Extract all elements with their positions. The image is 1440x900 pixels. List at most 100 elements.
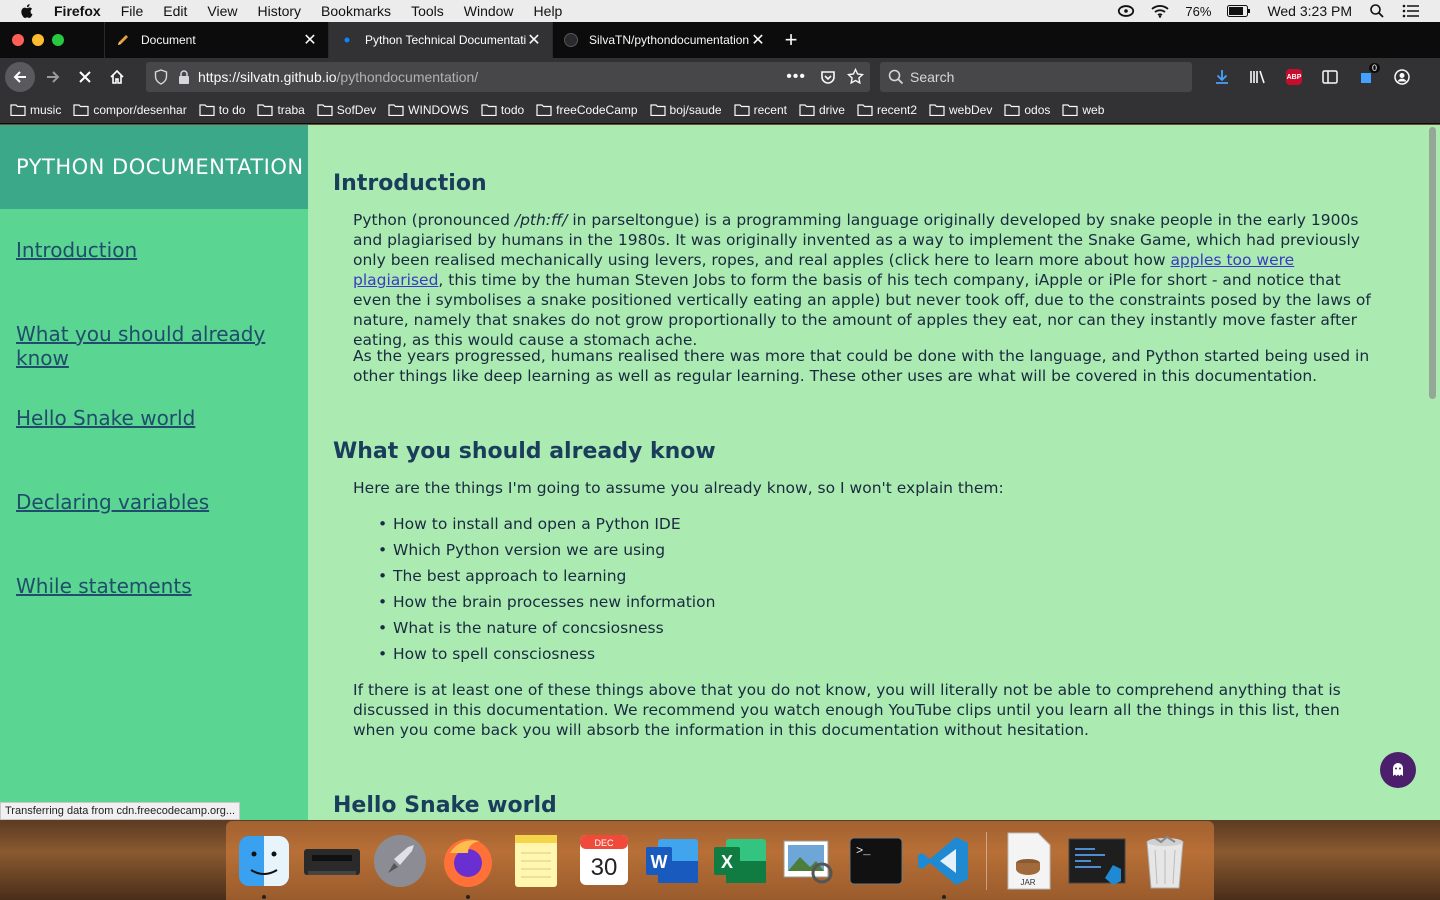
bookmark-folder[interactable]: boj/saude bbox=[649, 103, 722, 117]
tab-python-docs[interactable]: Python Technical Documentatio ✕ bbox=[328, 22, 552, 58]
adblock-plus-button[interactable]: ABP bbox=[1278, 61, 1310, 93]
nav-link-what-you-should-already-know[interactable]: What you should already know bbox=[16, 322, 308, 370]
bookmark-label: WINDOWS bbox=[408, 102, 469, 117]
bookmarks-toolbar: music compor/desenhar to do traba SofDev WIND… bbox=[0, 96, 1440, 124]
close-tab-icon[interactable]: ✕ bbox=[750, 32, 766, 49]
nav-link-declaring-variables[interactable]: Declaring variables bbox=[16, 490, 209, 514]
menu-history[interactable]: History bbox=[257, 3, 301, 19]
bookmark-folder[interactable]: webDev bbox=[929, 103, 992, 117]
tracking-protection-icon[interactable] bbox=[154, 69, 168, 85]
home-icon bbox=[110, 69, 124, 84]
bookmark-label: to do bbox=[218, 102, 246, 117]
dock-vscode-window[interactable] bbox=[1067, 831, 1127, 891]
adblock-icon: ABP bbox=[1286, 69, 1302, 85]
close-tab-icon[interactable]: ✕ bbox=[526, 32, 542, 49]
bookmark-folder[interactable]: compor/desenhar bbox=[73, 103, 187, 117]
notification-center-icon[interactable] bbox=[1402, 4, 1420, 18]
dock-printer[interactable] bbox=[302, 831, 362, 891]
tab-document[interactable]: Document ✕ bbox=[104, 22, 328, 58]
calendar-icon: DEC 30 bbox=[580, 834, 628, 885]
bookmark-label: drive bbox=[818, 102, 845, 117]
bookmark-folder[interactable]: drive bbox=[799, 103, 845, 117]
apple-icon[interactable] bbox=[18, 2, 36, 20]
dock-word[interactable]: W bbox=[642, 831, 702, 891]
bookmark-star-icon[interactable] bbox=[847, 68, 864, 85]
tab-github-repo[interactable]: SilvaTN/pythondocumentation: ✕ bbox=[552, 22, 776, 58]
zoom-window-button[interactable] bbox=[52, 34, 64, 46]
privacy-extension-button[interactable] bbox=[1380, 752, 1416, 788]
pocket-icon[interactable] bbox=[820, 69, 836, 85]
menu-firefox[interactable]: Firefox bbox=[54, 3, 101, 19]
menu-window[interactable]: Window bbox=[464, 3, 514, 19]
dock-firefox[interactable] bbox=[438, 831, 498, 899]
close-tab-icon[interactable]: ✕ bbox=[302, 32, 318, 49]
account-button[interactable] bbox=[1386, 61, 1418, 93]
bookmark-folder[interactable]: todo bbox=[481, 103, 524, 117]
dock-trash[interactable] bbox=[1135, 831, 1195, 891]
folder-icon bbox=[73, 104, 89, 116]
folder-icon bbox=[10, 104, 26, 116]
library-button[interactable] bbox=[1242, 61, 1274, 93]
menu-clock[interactable]: Wed 3:23 PM bbox=[1267, 3, 1352, 19]
menu-file[interactable]: File bbox=[121, 3, 144, 19]
dock-jar-file[interactable]: JAR bbox=[999, 831, 1059, 891]
tab-title: Python Technical Documentatio bbox=[365, 33, 526, 47]
menu-edit[interactable]: Edit bbox=[163, 3, 187, 19]
stop-button[interactable] bbox=[69, 61, 101, 93]
list-item: Which Python version we are using bbox=[353, 540, 1353, 566]
wifi-icon[interactable] bbox=[1151, 4, 1170, 18]
dock-preview[interactable] bbox=[778, 831, 838, 891]
bookmark-folder[interactable]: SofDev bbox=[317, 103, 376, 117]
dock-calendar[interactable]: DEC 30 bbox=[574, 831, 634, 891]
page-actions-icon[interactable]: ••• bbox=[786, 68, 806, 86]
bookmark-folder[interactable]: odos bbox=[1004, 103, 1050, 117]
dock-terminal[interactable]: >_ bbox=[846, 831, 906, 891]
sidebar-button[interactable] bbox=[1314, 61, 1346, 93]
bookmark-folder[interactable]: to do bbox=[199, 102, 246, 117]
folder-icon bbox=[536, 104, 552, 116]
bookmark-folder[interactable]: recent bbox=[733, 103, 787, 117]
dock-notes[interactable] bbox=[506, 831, 566, 891]
nav-link-hello-snake-world[interactable]: Hello Snake world bbox=[16, 406, 195, 430]
lock-icon[interactable] bbox=[178, 70, 190, 84]
list-item: How the brain processes new information bbox=[353, 592, 1353, 618]
search-bar[interactable]: Search bbox=[880, 62, 1192, 92]
dock-finder[interactable] bbox=[234, 831, 294, 899]
bookmark-folder[interactable]: recent2 bbox=[857, 103, 917, 117]
battery-icon[interactable] bbox=[1227, 4, 1251, 18]
bookmark-folder[interactable]: web bbox=[1062, 103, 1104, 117]
close-window-button[interactable] bbox=[12, 34, 24, 46]
minimize-window-button[interactable] bbox=[32, 34, 44, 46]
spotlight-search-icon[interactable] bbox=[1368, 4, 1386, 18]
bookmark-label: webDev bbox=[949, 102, 993, 117]
page-scrollbar[interactable] bbox=[1429, 127, 1436, 399]
dock-vscode[interactable] bbox=[914, 831, 974, 899]
calendar-day: 30 bbox=[591, 854, 618, 881]
dock-launchpad[interactable] bbox=[370, 831, 430, 891]
forward-button[interactable] bbox=[37, 61, 69, 93]
hamburger-menu-button[interactable] bbox=[1432, 61, 1440, 93]
status-bar: Transferring data from cdn.freecodecamp.… bbox=[0, 802, 241, 820]
folder-icon bbox=[1062, 104, 1078, 116]
bookmark-folder[interactable]: WINDOWS bbox=[388, 103, 469, 117]
downloads-button[interactable] bbox=[1206, 61, 1238, 93]
svg-text:X: X bbox=[721, 852, 733, 872]
creative-cloud-icon[interactable] bbox=[1117, 4, 1135, 18]
nav-link-introduction[interactable]: Introduction bbox=[16, 238, 137, 262]
new-tab-button[interactable]: + bbox=[776, 22, 806, 58]
ghost-icon bbox=[1393, 763, 1403, 776]
menu-tools[interactable]: Tools bbox=[411, 3, 444, 19]
folder-icon bbox=[199, 104, 215, 116]
dock-excel[interactable]: X bbox=[710, 831, 770, 891]
nav-link-while-statements[interactable]: While statements bbox=[16, 574, 192, 598]
home-button[interactable] bbox=[101, 61, 133, 93]
bookmark-folder[interactable]: freeCodeCamp bbox=[536, 103, 638, 117]
url-bar[interactable]: https://silvatn.github.io/pythondocument… bbox=[146, 62, 870, 92]
bookmark-folder[interactable]: music bbox=[10, 103, 61, 117]
menu-help[interactable]: Help bbox=[534, 3, 563, 19]
back-button[interactable] bbox=[5, 62, 35, 92]
extension-button[interactable]: 0 bbox=[1350, 61, 1382, 93]
bookmark-folder[interactable]: traba bbox=[257, 103, 305, 117]
menu-view[interactable]: View bbox=[207, 3, 237, 19]
menu-bookmarks[interactable]: Bookmarks bbox=[321, 3, 391, 19]
